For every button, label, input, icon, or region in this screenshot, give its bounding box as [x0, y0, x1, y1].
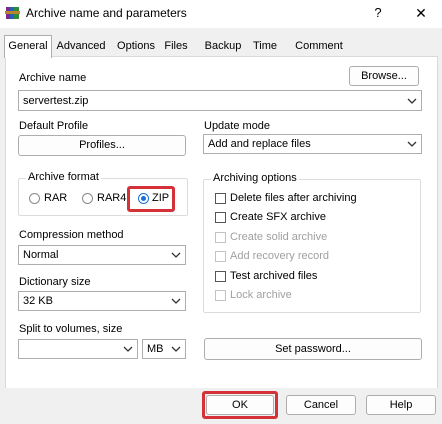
create-sfx-label: Create SFX archive	[230, 211, 326, 223]
zip-highlight-box	[127, 186, 175, 212]
archiving-options-label: Archiving options	[211, 172, 299, 184]
winrar-app-icon	[5, 5, 21, 21]
split-unit-combo[interactable]: MB	[142, 339, 186, 359]
tab-comment[interactable]: Comment	[292, 37, 346, 55]
lock-archive-label: Lock archive	[230, 289, 292, 301]
delete-files-label: Delete files after archiving	[230, 192, 357, 204]
update-mode-combo[interactable]: Add and replace files	[203, 134, 422, 154]
split-volumes-label: Split to volumes, size	[19, 323, 123, 335]
browse-button[interactable]: Browse...	[349, 66, 419, 86]
recovery-record-label: Add recovery record	[230, 250, 330, 262]
archive-name-value: servertest.zip	[23, 94, 89, 107]
tab-time[interactable]: Time	[251, 37, 279, 55]
profiles-button[interactable]: Profiles...	[18, 135, 186, 156]
tab-backup[interactable]: Backup	[203, 37, 243, 55]
radio-rar[interactable]	[29, 193, 40, 204]
ok-highlight-box	[202, 391, 278, 419]
chevron-down-icon	[123, 346, 133, 352]
help-icon[interactable]: ?	[366, 3, 390, 23]
dictionary-size-label: Dictionary size	[19, 276, 91, 288]
close-icon[interactable]: ✕	[409, 3, 433, 23]
checkbox-recovery-record	[215, 251, 226, 262]
compression-method-value: Normal	[23, 249, 59, 261]
create-solid-label: Create solid archive	[230, 231, 328, 243]
split-unit-value: MB	[147, 343, 164, 355]
chevron-down-icon	[407, 141, 417, 147]
compression-method-label: Compression method	[19, 229, 124, 241]
radio-rar4[interactable]	[82, 193, 93, 204]
checkbox-test-archived[interactable]	[215, 271, 226, 282]
set-password-button[interactable]: Set password...	[204, 338, 422, 360]
chevron-down-icon	[171, 346, 181, 352]
split-size-combo[interactable]	[18, 339, 138, 359]
checkbox-lock-archive	[215, 290, 226, 301]
checkbox-create-sfx[interactable]	[215, 212, 226, 223]
cancel-button[interactable]: Cancel	[286, 395, 356, 415]
chevron-down-icon	[171, 298, 181, 304]
dictionary-size-combo[interactable]: 32 KB	[18, 291, 186, 311]
tab-files[interactable]: Files	[162, 37, 190, 55]
chevron-down-icon	[407, 98, 417, 104]
help-button[interactable]: Help	[366, 395, 436, 415]
checkbox-delete-files[interactable]	[215, 193, 226, 204]
radio-rar-label: RAR	[44, 192, 68, 204]
window-title: Archive name and parameters	[26, 6, 187, 20]
default-profile-label: Default Profile	[19, 120, 89, 132]
dictionary-size-value: 32 KB	[23, 295, 53, 307]
update-mode-label: Update mode	[204, 120, 271, 132]
radio-rar4-label: RAR4	[97, 192, 127, 204]
archive-format-label: Archive format	[26, 171, 101, 183]
tab-general[interactable]: General	[4, 35, 52, 58]
update-mode-value: Add and replace files	[208, 138, 311, 150]
test-archived-label: Test archived files	[230, 270, 318, 282]
archive-name-label: Archive name	[19, 72, 87, 84]
chevron-down-icon	[171, 252, 181, 258]
checkbox-create-solid	[215, 232, 226, 243]
archive-name-combo[interactable]: servertest.zip	[18, 90, 422, 111]
tab-options[interactable]: Options	[113, 37, 159, 55]
compression-method-combo[interactable]: Normal	[18, 245, 186, 265]
tab-advanced[interactable]: Advanced	[54, 37, 108, 55]
